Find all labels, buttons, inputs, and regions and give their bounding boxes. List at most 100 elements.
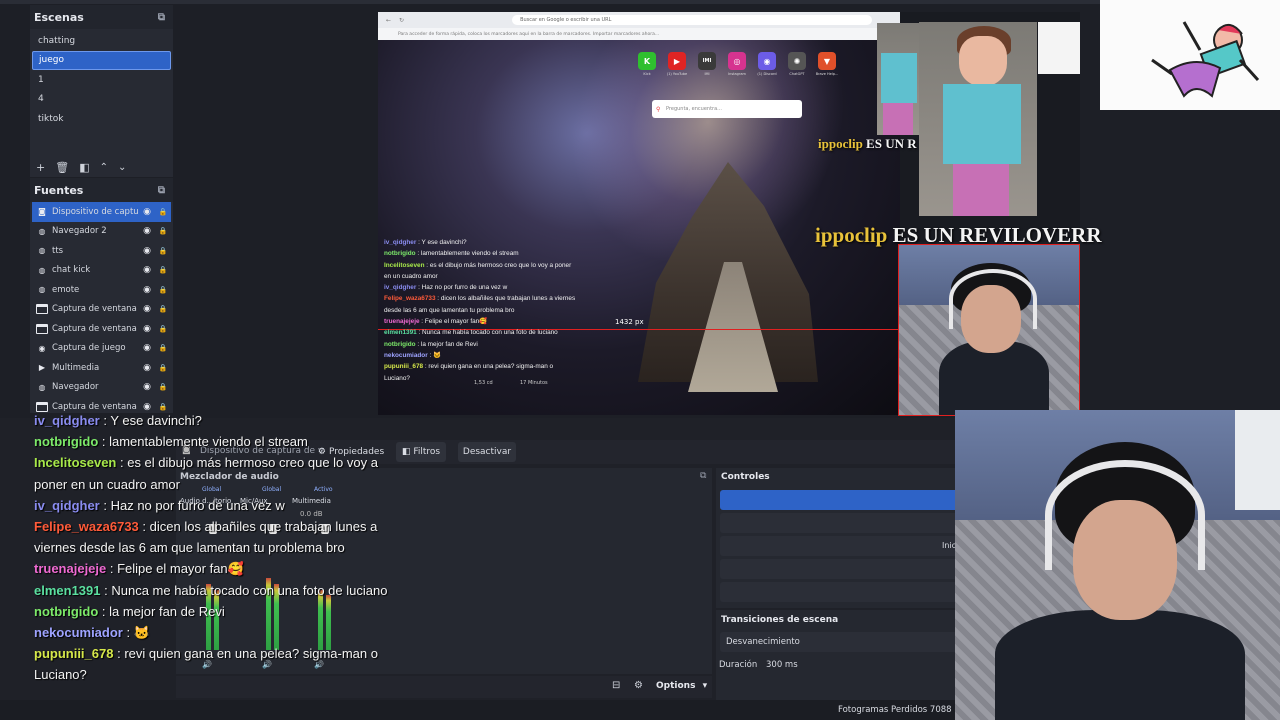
chat-separator: : xyxy=(100,582,112,598)
eye-icon[interactable]: ◉ xyxy=(139,382,155,392)
globe-icon: ◍ xyxy=(38,265,46,275)
scene-item[interactable]: 4 xyxy=(32,90,171,110)
undock-icon[interactable]: ⧉ xyxy=(158,185,165,196)
transition-select[interactable]: Desvanecimiento xyxy=(720,632,960,652)
source-list: ◙ Dispositivo de captur ◉ 🔒 ◍ Navegador 2 ◉ 🔒 ◍ t… xyxy=(30,202,173,417)
source-item[interactable]: ◍ Navegador 2 ◉ 🔒 xyxy=(32,222,171,242)
eye-icon[interactable]: ◉ xyxy=(139,343,155,353)
shortcut-tile[interactable]: ◎ Instagram xyxy=(726,52,748,76)
shortcut-icon: ✺ xyxy=(788,52,806,70)
transitions-dock: Transiciones de escena Desvanecimiento D… xyxy=(716,610,960,700)
address-bar[interactable]: Buscar en Google o escribir una URL xyxy=(512,15,873,25)
start-streaming-button[interactable] xyxy=(720,490,960,510)
scenes-toolbar: + 🗑 ◧ ⌃ ⌄ xyxy=(30,157,126,177)
settings-icon[interactable]: ⚙ xyxy=(634,680,643,691)
search-icon: ⚲ xyxy=(656,105,661,113)
eye-icon[interactable]: ◉ xyxy=(139,285,155,295)
lock-icon[interactable]: 🔒 xyxy=(155,266,171,274)
source-item[interactable]: ◍ chat kick ◉ 🔒 xyxy=(32,261,171,281)
source-item[interactable]: ◙ Dispositivo de captur ◉ 🔒 xyxy=(32,202,171,222)
scene-item[interactable]: tiktok xyxy=(32,109,171,129)
studio-mode-button[interactable] xyxy=(720,559,960,579)
remove-scene-icon[interactable]: 🗑 xyxy=(55,161,69,174)
add-scene-icon[interactable]: + xyxy=(36,161,45,174)
scene-item[interactable]: 1 xyxy=(32,70,171,90)
sources-title: Fuentes xyxy=(34,183,84,197)
lock-icon[interactable]: 🔒 xyxy=(155,383,171,391)
options-button[interactable]: Options ▾ xyxy=(656,681,707,691)
source-item[interactable]: ◍ Navegador ◉ 🔒 xyxy=(32,378,171,398)
source-item[interactable]: ◍ tts ◉ 🔒 xyxy=(32,241,171,261)
search-placeholder: Pregunta, encuentra... xyxy=(666,106,722,112)
preview-canvas[interactable]: ← ↻ Buscar en Google o escribir una URL … xyxy=(378,12,900,415)
shortcut-label: IMI xyxy=(704,72,710,76)
eye-icon[interactable]: ◉ xyxy=(139,265,155,275)
eye-icon[interactable]: ◉ xyxy=(139,226,155,236)
layout-icon[interactable]: ⊟ xyxy=(612,680,620,691)
lock-icon[interactable]: 🔒 xyxy=(155,364,171,372)
source-item[interactable]: ▶ Multimedia ◉ 🔒 xyxy=(32,358,171,378)
scene-label: chatting xyxy=(38,35,76,46)
source-item[interactable]: Captura de ventana 3 ◉ 🔒 xyxy=(32,300,171,320)
globe-icon: ◍ xyxy=(38,226,46,236)
eye-icon[interactable]: ◉ xyxy=(139,207,155,217)
settings-button[interactable] xyxy=(720,582,960,602)
lock-icon[interactable]: 🔒 xyxy=(155,208,171,216)
webcam-source-preview[interactable] xyxy=(898,244,1080,416)
lock-icon[interactable]: 🔒 xyxy=(155,325,171,333)
overlay-alert-small: ippoclip ES UN R xyxy=(818,136,917,152)
shortcut-tile[interactable]: IMI IMI xyxy=(696,52,718,76)
chat-username: notbrigido xyxy=(34,603,99,619)
chat-username: notbrigido xyxy=(34,434,99,450)
eye-icon[interactable]: ◉ xyxy=(139,246,155,256)
gamepad-icon: ◉ xyxy=(38,343,46,353)
chat-message: truenajejeje : Felipe el mayor fan🥰 xyxy=(34,558,394,579)
scenes-title: Escenas xyxy=(34,10,84,24)
scene-filters-icon[interactable]: ◧ xyxy=(79,161,89,174)
shortcut-icon: ▼ xyxy=(818,52,836,70)
source-label: Captura de ventana 2 xyxy=(52,323,139,334)
duration-input[interactable]: 300 ms xyxy=(760,655,960,675)
move-down-icon[interactable]: ⌄ xyxy=(118,162,126,173)
scene-item[interactable]: juego xyxy=(32,50,171,70)
undock-icon[interactable]: ⧉ xyxy=(700,471,706,481)
eye-icon[interactable]: ◉ xyxy=(139,304,155,314)
lock-icon[interactable]: 🔒 xyxy=(155,247,171,255)
shortcut-icon: ◉ xyxy=(758,52,776,70)
virtual-camera-label: Inic xyxy=(942,541,957,550)
chat-separator: : xyxy=(122,625,134,641)
shortcut-tile[interactable]: ▶ (1) YouTube xyxy=(666,52,688,76)
source-label: Dispositivo de captur xyxy=(52,206,139,217)
move-up-icon[interactable]: ⌃ xyxy=(100,162,108,173)
shortcut-tile[interactable]: ◉ (1) Discord xyxy=(756,52,778,76)
undock-icon[interactable]: ⧉ xyxy=(158,12,165,23)
shortcut-tile[interactable]: K Kick xyxy=(636,52,658,76)
eye-icon[interactable]: ◉ xyxy=(139,363,155,373)
chat-message: notbrigido : lamentablemente viendo el s… xyxy=(34,431,394,452)
duration-value: 300 ms xyxy=(766,660,798,670)
transition-selected: Desvanecimiento xyxy=(726,637,800,647)
white-panel xyxy=(1038,22,1080,74)
address-text: Buscar en Google o escribir una URL xyxy=(520,17,612,23)
lock-icon[interactable]: 🔒 xyxy=(155,227,171,235)
source-item[interactable]: ◍ emote ◉ 🔒 xyxy=(32,280,171,300)
virtual-camera-button[interactable]: Inic xyxy=(720,536,960,556)
filters-button[interactable]: ◧ Filtros xyxy=(396,442,446,462)
reload-icon[interactable]: ↻ xyxy=(399,17,404,24)
chat-username: iv_qidgher xyxy=(384,239,417,246)
new-tab-search[interactable]: ⚲ Pregunta, encuentra... xyxy=(652,100,802,118)
scene-item[interactable]: chatting xyxy=(32,31,171,51)
lock-icon[interactable]: 🔒 xyxy=(155,344,171,352)
shortcut-icon: IMI xyxy=(698,52,716,70)
chat-text: Nunca me había tocado con una foto de lu… xyxy=(422,329,558,337)
eye-icon[interactable]: ◉ xyxy=(139,324,155,334)
deactivate-button[interactable]: Desactivar xyxy=(458,442,516,462)
source-item[interactable]: Captura de ventana 2 ◉ 🔒 xyxy=(32,319,171,339)
lock-icon[interactable]: 🔒 xyxy=(155,305,171,313)
shortcut-tile[interactable]: ✺ ChatGPT xyxy=(786,52,808,76)
shortcut-tile[interactable]: ▼ Brave Help... xyxy=(816,52,838,76)
source-item[interactable]: ◉ Captura de juego ◉ 🔒 xyxy=(32,339,171,359)
lock-icon[interactable]: 🔒 xyxy=(155,286,171,294)
back-icon[interactable]: ← xyxy=(386,17,391,24)
start-recording-button[interactable] xyxy=(720,513,960,533)
